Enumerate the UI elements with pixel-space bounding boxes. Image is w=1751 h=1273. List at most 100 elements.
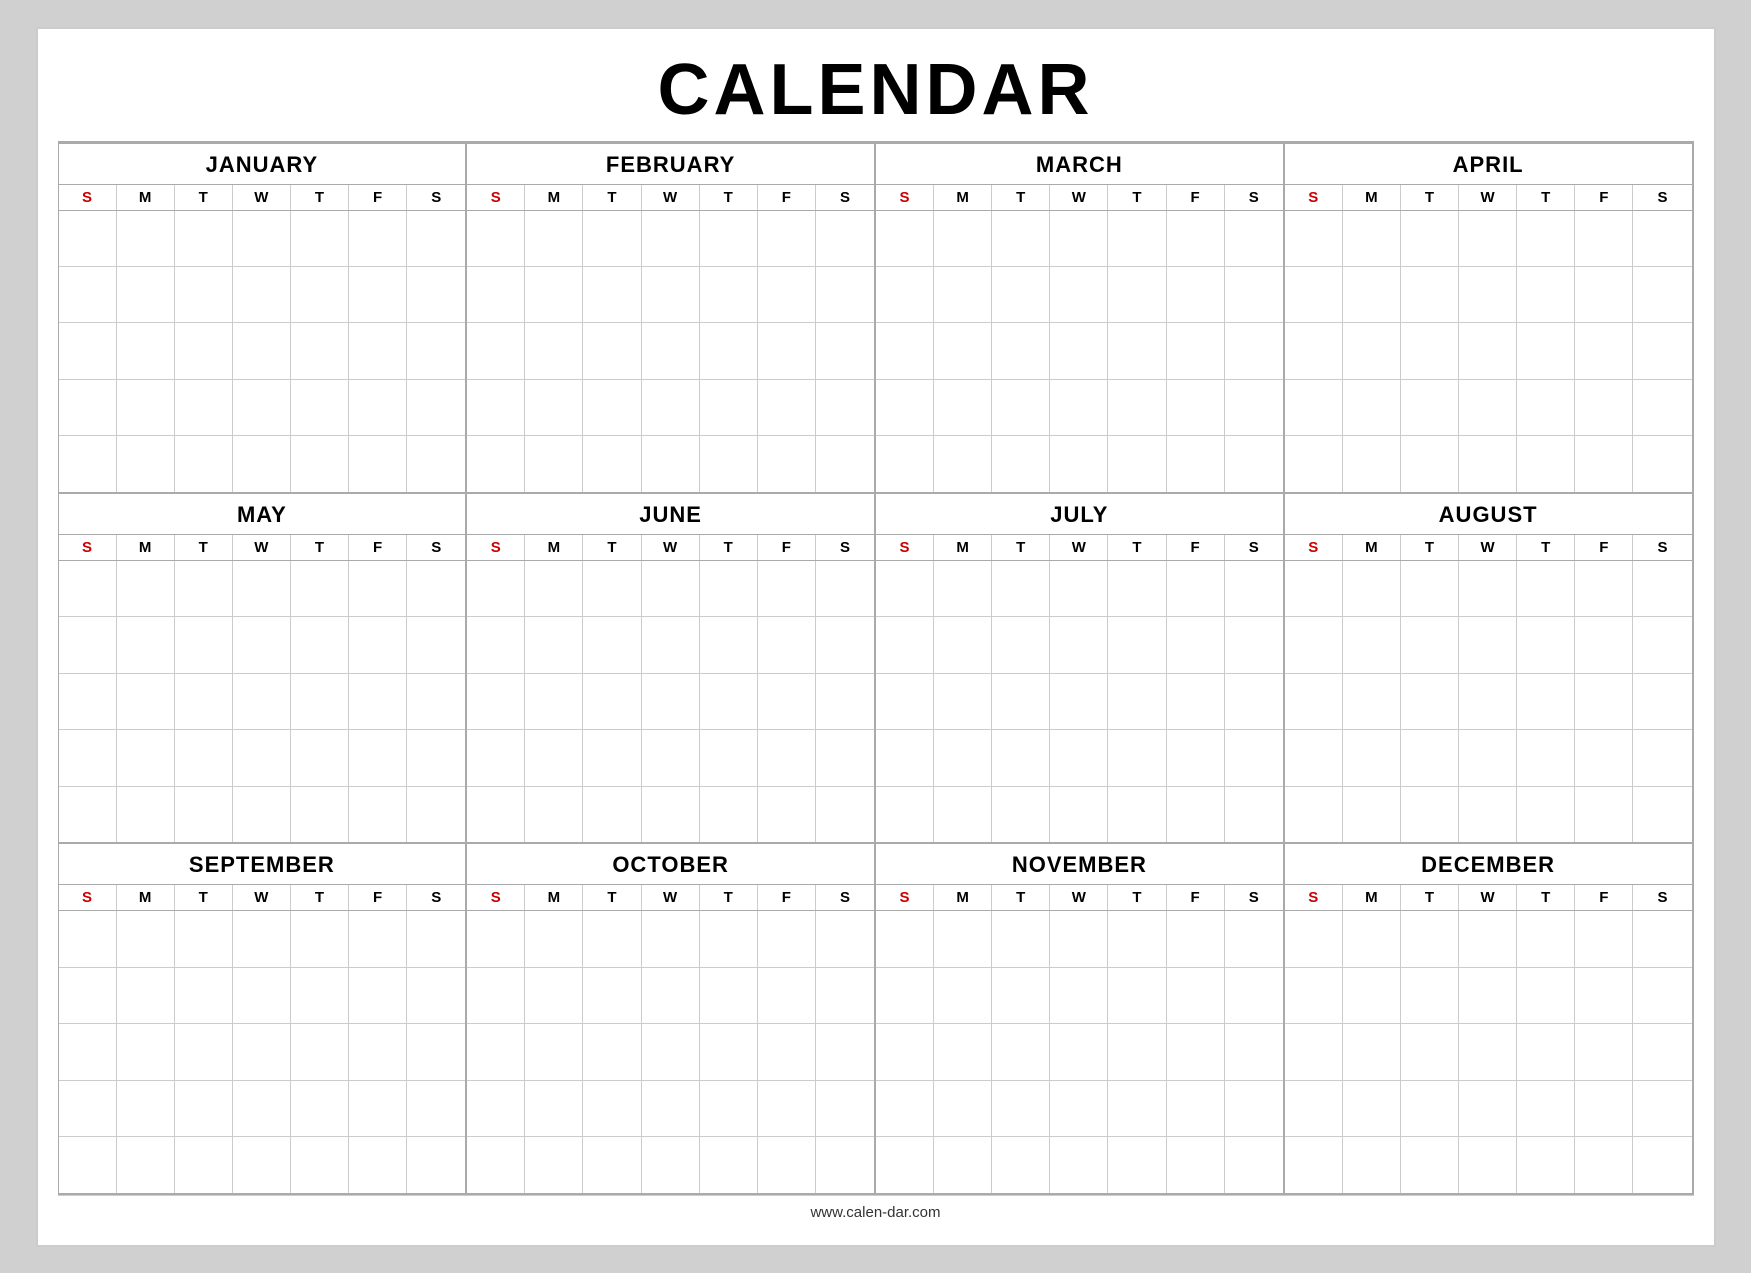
day-cell (349, 1137, 407, 1192)
day-cell (1633, 674, 1691, 729)
day-cell (1343, 380, 1401, 435)
day-cell (1575, 1024, 1633, 1079)
week-row (876, 323, 1283, 379)
day-cell (291, 1137, 349, 1192)
day-cell (583, 730, 641, 785)
day-cell (349, 1024, 407, 1079)
day-cell (467, 787, 525, 842)
day-cell (467, 1024, 525, 1079)
day-cell (1633, 911, 1691, 966)
day-cell (1575, 911, 1633, 966)
day-cell (1285, 1081, 1343, 1136)
day-cell (1633, 380, 1691, 435)
month-block-october: OCTOBERSMTWTFS (467, 844, 876, 1192)
day-cell (117, 323, 175, 378)
day-cell (1459, 267, 1517, 322)
day-header-w-3: W (1050, 885, 1108, 910)
day-header-m-1: M (1343, 885, 1401, 910)
day-cell (1575, 1137, 1633, 1192)
day-cell (175, 380, 233, 435)
day-cell (233, 380, 291, 435)
day-header-s-6: S (407, 885, 465, 910)
day-cell (1517, 787, 1575, 842)
day-cell (876, 267, 934, 322)
week-row (876, 1024, 1283, 1080)
day-cell (700, 787, 758, 842)
day-cell (233, 1081, 291, 1136)
day-cell (1633, 561, 1691, 616)
day-header-t-2: T (992, 185, 1050, 210)
day-header-w-3: W (233, 535, 291, 560)
day-cell (700, 674, 758, 729)
day-cell (175, 211, 233, 266)
week-row (467, 267, 874, 323)
day-cell (816, 561, 874, 616)
day-cell (407, 730, 465, 785)
day-cell (1517, 323, 1575, 378)
week-row (467, 617, 874, 673)
day-header-m-1: M (117, 535, 175, 560)
day-cell (407, 674, 465, 729)
day-cell (1633, 730, 1691, 785)
day-header-t-4: T (291, 885, 349, 910)
day-header-s-0: S (59, 185, 117, 210)
day-header-s-6: S (1633, 535, 1691, 560)
day-cell (407, 1137, 465, 1192)
day-cell (1459, 730, 1517, 785)
day-cell (1575, 323, 1633, 378)
day-cell (583, 674, 641, 729)
day-cell (876, 1137, 934, 1192)
day-cell (876, 380, 934, 435)
day-cell (407, 1024, 465, 1079)
day-cell (1633, 1024, 1691, 1079)
day-header-s-6: S (816, 535, 874, 560)
weeks-november (876, 911, 1283, 1192)
day-cell (1108, 674, 1166, 729)
day-cell (1167, 211, 1225, 266)
month-block-march: MARCHSMTWTFS (876, 144, 1285, 492)
day-cell (1167, 561, 1225, 616)
month-block-april: APRILSMTWTFS (1285, 144, 1694, 492)
weeks-august (1285, 561, 1692, 842)
day-cell (934, 787, 992, 842)
day-cell (876, 1024, 934, 1079)
month-block-december: DECEMBERSMTWTFS (1285, 844, 1694, 1192)
day-cell (1401, 267, 1459, 322)
week-row (1285, 267, 1692, 323)
week-row (1285, 561, 1692, 617)
day-cell (1401, 968, 1459, 1023)
day-cell (642, 730, 700, 785)
week-row (1285, 787, 1692, 842)
month-block-november: NOVEMBERSMTWTFS (876, 844, 1285, 1192)
day-cell (1108, 617, 1166, 672)
day-cell (700, 968, 758, 1023)
day-cell (700, 561, 758, 616)
day-cell (1225, 617, 1283, 672)
weeks-january (59, 211, 466, 492)
day-cell (1167, 380, 1225, 435)
day-header-t-4: T (1108, 185, 1166, 210)
month-name-july: JULY (876, 494, 1283, 535)
day-header-t-4: T (1517, 185, 1575, 210)
day-cell (233, 267, 291, 322)
day-cell (1285, 1024, 1343, 1079)
day-cell (349, 267, 407, 322)
day-cell (1285, 211, 1343, 266)
week-row (876, 267, 1283, 323)
day-cell (467, 267, 525, 322)
day-cell (59, 561, 117, 616)
day-cell (291, 561, 349, 616)
day-header-t-4: T (291, 185, 349, 210)
day-cell (1575, 617, 1633, 672)
week-row (1285, 1024, 1692, 1080)
week-row (59, 787, 466, 842)
day-cell (934, 561, 992, 616)
day-cell (1050, 323, 1108, 378)
day-cell (1108, 211, 1166, 266)
day-cell (992, 380, 1050, 435)
day-cell (1285, 380, 1343, 435)
day-cell (1517, 436, 1575, 491)
day-cell (175, 1081, 233, 1136)
day-header-s-6: S (1633, 885, 1691, 910)
day-cell (349, 323, 407, 378)
